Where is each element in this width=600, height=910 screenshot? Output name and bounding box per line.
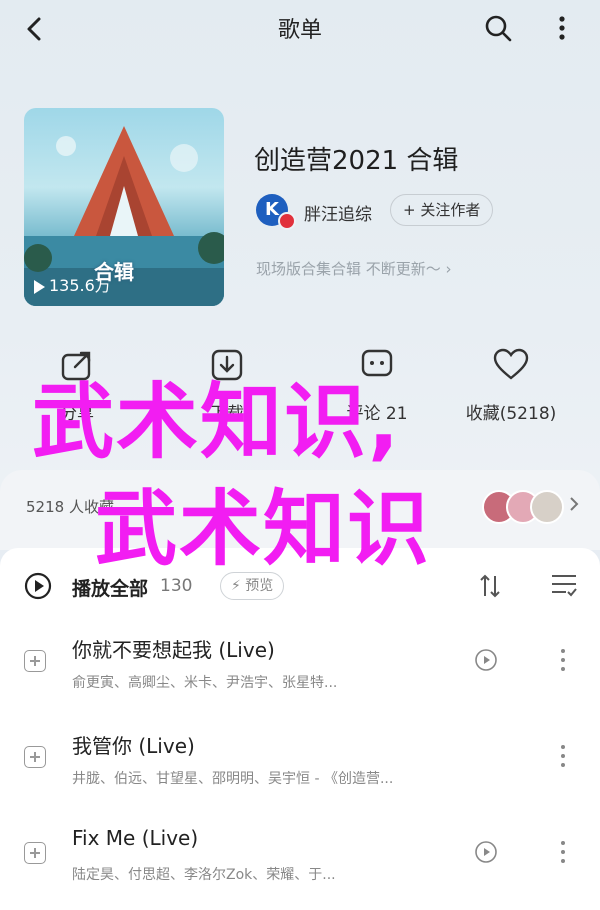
album-description[interactable]: 现场版合集合辑 不断更新～ › (256, 258, 452, 279)
song-row[interactable]: 你就不要想起我 (Live) 俞更寅、高卿尘、米卡、尹浩宇、张星特... (0, 612, 600, 708)
song-artists: 俞更寅、高卿尘、米卡、尹浩宇、张星特... (72, 675, 338, 691)
watermark-text-line2: 武术知识 (95, 482, 432, 577)
sort-icon[interactable] (478, 572, 502, 600)
multi-select-icon[interactable] (550, 572, 578, 598)
song-title: 我管你 (Live) (72, 734, 195, 758)
song-title: 你就不要想起我 (Live) (72, 638, 275, 662)
song-artists: 陆定昊、付思超、李洛尔Zok、荣耀、于... (72, 867, 336, 883)
play-icon (34, 279, 45, 294)
add-icon[interactable] (24, 842, 46, 864)
watermark-text-line1: 武术知识, (32, 375, 402, 470)
play-count: 135.6万 (34, 272, 111, 296)
album-title: 创造营2021 合辑 (254, 146, 459, 176)
song-artists: 井胧、伯远、甘望星、邵明明、吴宇恒 - 《创造营... (72, 771, 394, 787)
collect-button[interactable]: 收藏(5218) (456, 345, 566, 424)
play-all-icon[interactable] (24, 572, 52, 600)
verified-badge-icon (278, 212, 296, 230)
artist-name[interactable]: 胖汪追综 (304, 200, 372, 225)
album-cover[interactable]: 合辑 135.6万 (24, 108, 224, 306)
chevron-right-icon (570, 497, 579, 511)
video-icon[interactable] (474, 840, 498, 864)
more-vertical-icon[interactable] (558, 838, 568, 866)
heart-icon (493, 348, 529, 380)
video-icon[interactable] (474, 648, 498, 672)
song-list-panel: 播放全部 130 ⚡ 预览 你就不要想起我 (Live) 俞更寅、高卿尘、米卡、… (0, 548, 600, 910)
add-icon[interactable] (24, 650, 46, 672)
song-title: Fix Me (Live) (72, 826, 199, 850)
song-row[interactable]: 我管你 (Live) 井胧、伯远、甘望星、邵明明、吴宇恒 - 《创造营... (0, 708, 600, 804)
top-nav: 歌单 (0, 0, 600, 58)
avatar (530, 490, 564, 524)
add-icon[interactable] (24, 746, 46, 768)
search-icon[interactable] (482, 12, 514, 44)
follow-author-button[interactable]: + 关注作者 (390, 194, 494, 226)
more-vertical-icon[interactable] (556, 12, 568, 44)
collector-avatars (482, 490, 564, 526)
more-vertical-icon[interactable] (558, 646, 568, 674)
more-vertical-icon[interactable] (558, 742, 568, 770)
song-row[interactable]: Fix Me (Live) 陆定昊、付思超、李洛尔Zok、荣耀、于... (0, 804, 600, 900)
